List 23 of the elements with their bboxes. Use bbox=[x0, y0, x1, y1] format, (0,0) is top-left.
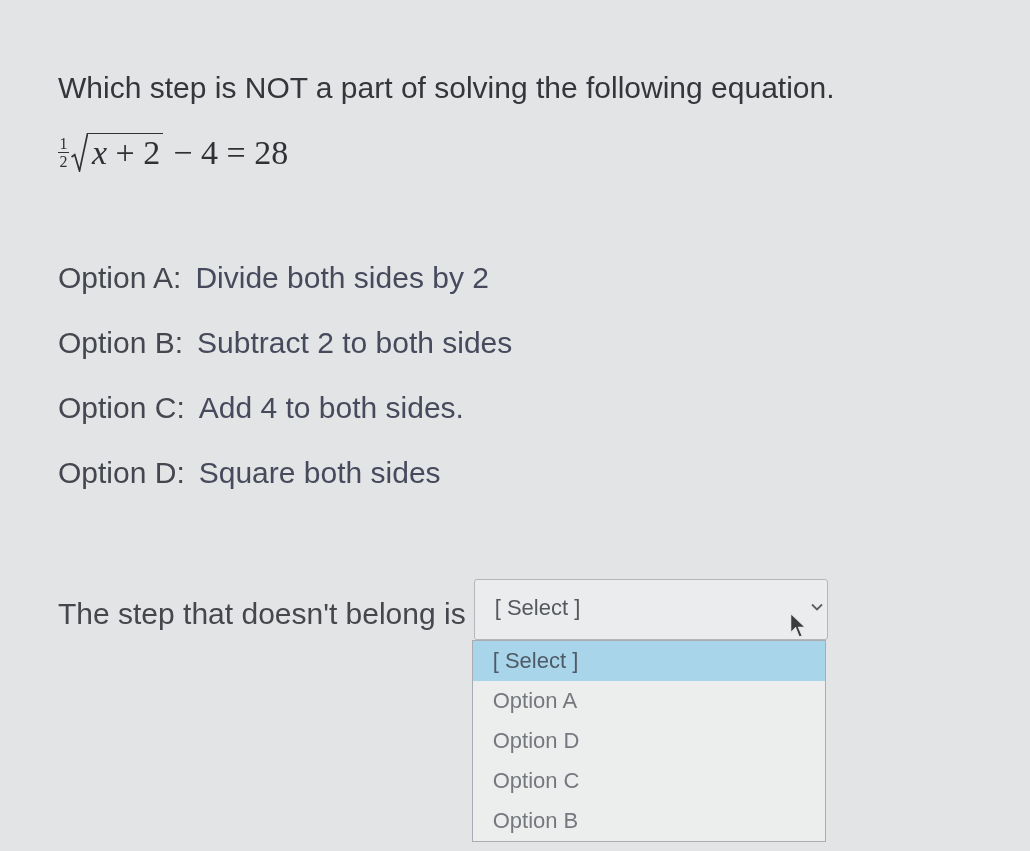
option-text: Add 4 to both sides. bbox=[198, 390, 464, 426]
equation-text: − 4 = 28 bbox=[173, 134, 289, 172]
dropdown-option[interactable]: Option D bbox=[472, 721, 825, 761]
square-root-sign-icon bbox=[71, 132, 88, 172]
question-text: Which step is NOT a part of solving the following equation. bbox=[58, 70, 835, 106]
option-text: Divide both sides by 2 bbox=[195, 260, 489, 296]
answer-prompt: The step that doesn't belong is bbox=[58, 596, 466, 632]
chevron-down-icon bbox=[810, 603, 823, 611]
dropdown-option[interactable]: [ Select ] bbox=[472, 641, 825, 681]
select-dropdown[interactable]: [ Select ] bbox=[473, 579, 828, 640]
fraction-numerator: 1 bbox=[59, 135, 68, 151]
option-text: Subtract 2 to both sides bbox=[197, 325, 513, 361]
dropdown-option[interactable]: Option A bbox=[472, 681, 825, 721]
fraction-denominator: 2 bbox=[59, 153, 68, 169]
option-text: Square both sides bbox=[198, 455, 441, 491]
option-label: Option C: bbox=[58, 390, 185, 426]
option-label: Option A: bbox=[58, 260, 182, 296]
option-label: Option B: bbox=[58, 325, 184, 361]
radicand: x + 2 bbox=[88, 132, 164, 172]
option-label: Option D: bbox=[58, 455, 185, 491]
dropdown-option[interactable]: Option B bbox=[472, 801, 825, 841]
mouse-pointer-icon bbox=[788, 612, 807, 639]
dropdown-option[interactable]: Option C bbox=[472, 761, 825, 801]
